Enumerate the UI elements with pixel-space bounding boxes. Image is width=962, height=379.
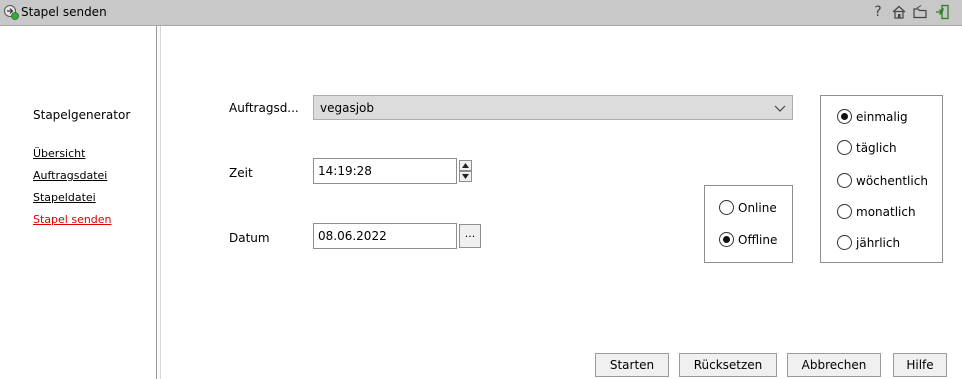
radio-label: einmalig xyxy=(856,109,908,124)
title-bar: Stapel senden ? xyxy=(0,0,962,26)
datum-field-wrapper xyxy=(313,223,457,249)
auftrag-select-value: vegasjob xyxy=(320,101,374,115)
folder-icon[interactable] xyxy=(911,3,929,21)
radio-circle-selected xyxy=(719,232,734,247)
radio-label: jährlich xyxy=(856,235,901,250)
zeit-field-wrapper xyxy=(313,158,457,184)
radio-label: wöchentlich xyxy=(856,173,928,188)
radio-circle-selected xyxy=(837,109,852,124)
datum-label: Datum xyxy=(229,231,270,245)
radio-label: monatlich xyxy=(856,204,916,219)
spin-up-button[interactable] xyxy=(459,160,472,171)
exit-icon[interactable] xyxy=(933,3,951,21)
help-button[interactable]: Hilfe xyxy=(893,353,947,377)
triangle-up-icon xyxy=(462,163,469,168)
radio-jaehrlich[interactable]: jährlich xyxy=(837,235,900,250)
reset-button[interactable]: Rücksetzen xyxy=(679,353,777,377)
zeit-spinner xyxy=(459,160,472,182)
spin-down-button[interactable] xyxy=(459,171,472,182)
help-icon[interactable]: ? xyxy=(869,3,887,21)
sidebar: Stapelgenerator Übersicht Auftragsdatei … xyxy=(0,26,156,379)
zeit-label: Zeit xyxy=(229,166,253,180)
radio-offline[interactable]: Offline xyxy=(719,232,777,247)
sidebar-link-stapeldatei[interactable]: Stapeldatei xyxy=(33,191,96,204)
radio-circle xyxy=(837,140,852,155)
radio-label: Offline xyxy=(738,232,778,247)
radio-circle xyxy=(719,200,734,215)
radio-woechentlich[interactable]: wöchentlich xyxy=(837,173,928,188)
datum-input[interactable] xyxy=(314,224,456,248)
sidebar-link-auftragsdatei[interactable]: Auftragsdatei xyxy=(33,169,107,182)
radio-label: täglich xyxy=(856,140,897,155)
home-icon[interactable] xyxy=(890,3,908,21)
radio-circle xyxy=(837,204,852,219)
sidebar-link-stapel-senden[interactable]: Stapel senden xyxy=(33,213,112,226)
start-button[interactable]: Starten xyxy=(595,353,669,377)
radio-circle xyxy=(837,173,852,188)
auftrag-select[interactable]: vegasjob xyxy=(313,95,793,120)
radio-online[interactable]: Online xyxy=(719,200,777,215)
frequency-radio-group: einmalig täglich wöchentlich monatlich j… xyxy=(820,95,943,263)
sidebar-heading: Stapelgenerator xyxy=(33,108,131,122)
chevron-down-icon xyxy=(774,105,786,112)
radio-einmalig[interactable]: einmalig xyxy=(837,109,908,124)
radio-label: Online xyxy=(738,200,777,215)
mode-radio-group: Online Offline xyxy=(704,185,793,263)
date-picker-button[interactable]: ... xyxy=(459,224,481,248)
triangle-down-icon xyxy=(462,174,469,179)
radio-monatlich[interactable]: monatlich xyxy=(837,204,916,219)
app-icon xyxy=(4,5,19,20)
panel-splitter[interactable] xyxy=(156,26,161,379)
cancel-button[interactable]: Abbrechen xyxy=(787,353,881,377)
window-title: Stapel senden xyxy=(21,5,107,19)
auftrag-label: Auftragsd... xyxy=(229,101,299,115)
radio-circle xyxy=(837,235,852,250)
radio-taeglich[interactable]: täglich xyxy=(837,140,897,155)
sidebar-link-uebersicht[interactable]: Übersicht xyxy=(33,147,85,160)
zeit-input[interactable] xyxy=(314,159,456,183)
